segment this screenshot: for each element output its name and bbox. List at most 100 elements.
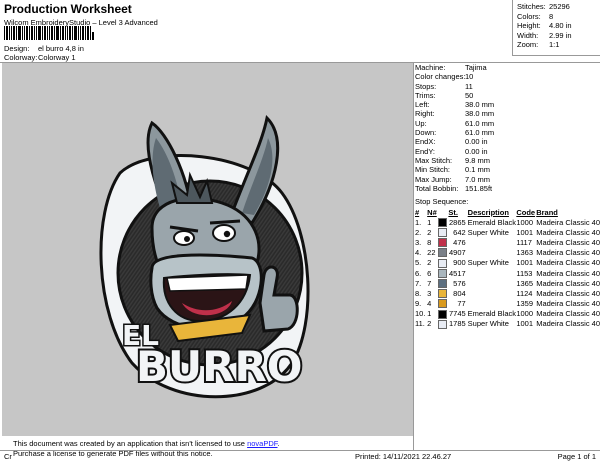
machine-value: 0.1 mm [465, 165, 491, 175]
machine-row: Min Stitch: 0.1 mm [415, 165, 600, 174]
stat-row: Colors: 8 [517, 12, 600, 22]
stat-label: Colors: [517, 11, 541, 21]
table-row: 4. 22 4907 1363 Madeira Classic 40 [415, 248, 600, 258]
row-needle: 6 [427, 268, 432, 278]
row-description [468, 288, 517, 298]
row-swatch-cell [437, 309, 448, 319]
row-number: 6. [415, 268, 422, 278]
row-swatch-cell [437, 319, 448, 329]
row-swatch-cell [437, 248, 448, 258]
machine-row: Down: 61.0 mm [415, 128, 600, 137]
row-code: 1359 [516, 299, 534, 309]
machine-row: Total Bobbin: 151.85ft [415, 184, 600, 193]
colorway-label: Colorway: [4, 53, 38, 62]
machine-label: Up: [415, 118, 427, 128]
row-brand: Madeira Classic 40 [536, 248, 600, 258]
stop-sequence: Stop Sequence: # N# St. Description Code… [415, 197, 600, 329]
machine-value: 10 [465, 72, 474, 82]
machine-label: Max Stitch: [415, 155, 453, 165]
novapdf-link[interactable]: novaPDF [247, 439, 277, 448]
machine-value: 61.0 mm [465, 128, 495, 138]
row-brand: Madeira Classic 40 [536, 299, 600, 309]
row-number: 1. [415, 217, 422, 227]
row-description [468, 278, 517, 288]
row-needle: 7 [427, 278, 432, 288]
row-needle: 2 [427, 319, 432, 329]
row-stitches: 642 [453, 227, 466, 237]
machine-label: Stops: [415, 81, 437, 91]
row-brand: Madeira Classic 40 [536, 288, 600, 298]
row-number: 2. [415, 227, 422, 237]
stat-value: 25296 [549, 2, 570, 11]
machine-value: 50 [465, 90, 474, 100]
machine-value: 38.0 mm [465, 100, 495, 110]
table-row: 8. 3 804 1124 Madeira Classic 40 [415, 288, 600, 299]
stat-label: Zoom: [517, 40, 539, 49]
design-preview: EL BURRO [2, 63, 414, 436]
col-description: Description [467, 207, 509, 217]
row-description [468, 248, 517, 258]
color-swatch [437, 289, 447, 299]
col-needle: N# [427, 207, 437, 217]
table-row: 2. 2 642 Super White 1001 Madeira Classic 40 [415, 227, 600, 238]
row-number: 8. [415, 288, 422, 298]
row-number: 10. [415, 309, 426, 319]
row-description: Super White [467, 319, 509, 329]
stop-sequence-title: Stop Sequence: [415, 197, 469, 206]
machine-row: Stops: 11 [415, 82, 600, 91]
row-code: 1000 [516, 309, 534, 319]
row-code: 1001 [516, 319, 534, 329]
row-brand: Madeira Classic 40 [536, 309, 600, 319]
row-stitches: 476 [453, 237, 466, 247]
row-swatch-cell [437, 299, 448, 309]
machine-row: Max Jump: 7.0 mm [415, 175, 600, 184]
machine-label: EndX: [415, 137, 436, 147]
row-needle: 2 [427, 227, 432, 237]
machine-value: 61.0 mm [465, 118, 495, 128]
machine-label: Trims: [415, 90, 436, 100]
row-code: 1000 [516, 217, 534, 227]
table-row: 1. 1 2865 Emerald Black 1000 Madeira Classic … [415, 217, 600, 227]
page-footer: Cr Printed: 14/11/2021 22.46.27 Page 1 o… [0, 450, 600, 465]
row-stitches: 2865 [448, 217, 466, 227]
machine-row: Up: 61.0 mm [415, 119, 600, 128]
stat-row: Width: 2.99 in [517, 31, 600, 41]
col-code: Code [516, 207, 536, 217]
color-swatch [437, 248, 447, 258]
row-brand: Madeira Classic 40 [536, 319, 600, 329]
machine-label: Max Jump: [415, 174, 452, 184]
row-description [468, 268, 517, 278]
color-swatch [437, 299, 447, 309]
machine-info: Machine: Tajima Color changes:10 Stops: 11 Tr… [415, 63, 600, 193]
row-code: 1365 [516, 278, 534, 288]
table-row: 11. 2 1785 Super White 1001 Madeira Classic 4… [415, 319, 600, 329]
machine-value: 7.0 mm [465, 174, 491, 184]
machine-label: Color changes: [415, 72, 466, 82]
color-swatch [437, 319, 447, 329]
machine-label: Min Stitch: [415, 165, 451, 175]
page-title: Production Worksheet [4, 2, 132, 16]
col-brand: Brand [536, 207, 558, 217]
row-swatch-cell [437, 217, 448, 227]
machine-row: Trims: 50 [415, 91, 600, 100]
printed-timestamp: Printed: 14/11/2021 22.46.27 [355, 452, 452, 461]
stat-value: 4.80 in [549, 21, 572, 30]
row-description [468, 299, 517, 309]
machine-label: Machine: [415, 63, 446, 72]
row-needle: 22 [427, 248, 436, 258]
design-label: Design: [4, 44, 30, 53]
row-swatch-cell [437, 268, 448, 278]
machine-row: Color changes:10 [415, 72, 600, 81]
table-header-row: # N# St. Description Code Brand [415, 207, 600, 217]
machine-row: EndY: 0.00 in [415, 147, 600, 156]
row-swatch-cell [437, 288, 448, 299]
row-needle: 1 [427, 309, 432, 319]
machine-row: EndX: 0.00 in [415, 137, 600, 146]
row-number: 11. [415, 319, 425, 329]
el-burro-logo: EL BURRO [99, 114, 310, 399]
machine-row: Max Stitch: 9.8 mm [415, 156, 600, 165]
stat-value: 1:1 [549, 40, 560, 49]
machine-value: 38.0 mm [465, 109, 495, 119]
machine-label: Total Bobbin: [415, 183, 459, 193]
machine-row: Right: 38.0 mm [415, 109, 600, 118]
